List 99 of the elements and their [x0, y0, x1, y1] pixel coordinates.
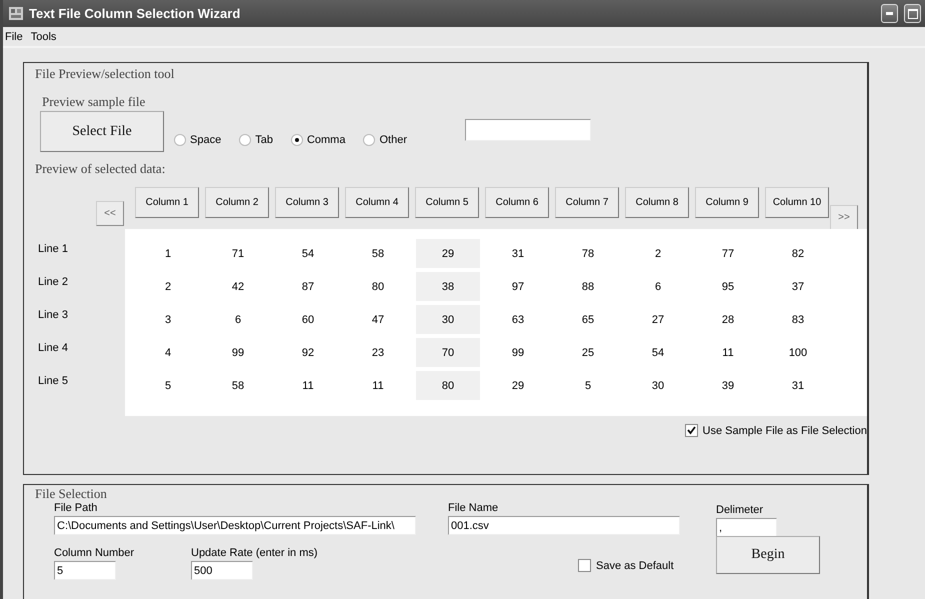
column-button[interactable]: Column 8	[625, 187, 689, 218]
column-button[interactable]: Column 5	[415, 187, 479, 218]
column-button[interactable]: Column 6	[485, 187, 549, 218]
table-cell-text: 58	[230, 378, 246, 394]
table-cell-text: 87	[300, 280, 316, 294]
table-cell: 80	[416, 371, 480, 400]
table-cell-text: 99	[510, 346, 526, 360]
table-cell-text: 3	[164, 312, 172, 328]
text-field[interactable]: 001.csv	[448, 516, 680, 535]
table-cell-text: 23	[370, 346, 386, 360]
column-button[interactable]: Column 1	[135, 187, 199, 218]
table-cell-text: 1	[164, 246, 172, 262]
table-cell-text: 100	[788, 346, 808, 360]
text-field[interactable]: ,	[716, 518, 777, 537]
menu-item[interactable]: File	[5, 30, 23, 42]
table-cell-text: 88	[580, 280, 596, 294]
table-cell-text: 28	[720, 312, 736, 328]
table-cell-text: 60	[300, 312, 316, 328]
table-cell-text: 2	[164, 280, 172, 294]
line-label: Line 5	[37, 375, 69, 389]
column-button[interactable]: Column 4	[345, 187, 409, 218]
column-button[interactable]: Column 2	[205, 187, 269, 218]
table-cell-text: 42	[230, 280, 246, 294]
table-cell-text: 31	[510, 246, 526, 262]
group-title: File Preview/selection tool	[35, 66, 174, 82]
column-button[interactable]: Column 3	[275, 187, 339, 218]
table-cell-text: 31	[790, 378, 806, 394]
minimize-icon	[886, 12, 893, 15]
table-cell-text: 63	[510, 312, 526, 328]
table-cell: 30	[416, 305, 480, 334]
table-cell-text: 83	[790, 312, 806, 328]
check-icon	[686, 426, 696, 435]
line-label: Line 2	[37, 276, 69, 290]
other-delimiter-field[interactable]	[464, 118, 591, 140]
save-default-checkbox[interactable]: Save as Default	[578, 559, 716, 572]
group-title: File Selection	[35, 486, 107, 502]
table-cell-text: 6	[654, 280, 662, 294]
table-cell-text: 97	[510, 280, 526, 294]
table-cell: 29	[416, 239, 480, 268]
line-label: Line 1	[37, 243, 69, 257]
table-cell: 70	[416, 338, 480, 367]
table-cell-text: 11	[721, 346, 735, 360]
delimiter-radio[interactable]: Tab	[239, 134, 273, 146]
delimiter-radio[interactable]: Space	[174, 134, 222, 146]
text-field[interactable]: C:\Documents and Settings\User\Desktop\Current Projects\SAF-Link\	[54, 516, 416, 535]
delimiter-radio[interactable]: Comma	[290, 134, 346, 146]
table-cell-text: 82	[790, 246, 806, 262]
table-cell-text: 27	[650, 312, 666, 328]
maximize-button[interactable]	[904, 4, 921, 23]
table-cell-text: 99	[230, 346, 246, 360]
table-cell-text: 5	[584, 378, 592, 394]
table-cell-text: 71	[230, 246, 246, 262]
app-icon	[9, 7, 23, 20]
section-label: Preview of selected data:	[35, 161, 166, 177]
table-cell-text: 11	[371, 378, 385, 394]
next-button[interactable]: >>	[830, 205, 858, 230]
column-button[interactable]: Column 10	[765, 187, 829, 218]
field-label: Update Rate (enter in ms)	[191, 547, 319, 559]
table-cell-text: 11	[301, 378, 315, 394]
table-cell-text: 4	[164, 346, 172, 360]
table-cell-text: 54	[300, 246, 316, 262]
line-label: Line 4	[37, 342, 69, 356]
select-file-button[interactable]: Select File	[40, 111, 164, 152]
table-cell-text: 47	[370, 312, 386, 328]
delimiter-radio[interactable]: Other	[363, 134, 407, 146]
table-cell-text: 25	[580, 346, 596, 360]
menu-item[interactable]: Tools	[30, 30, 56, 42]
table-cell: 38	[416, 272, 480, 301]
table-cell-text: 92	[300, 346, 316, 360]
line-label: Line 3	[37, 309, 69, 323]
column-button[interactable]: Column 9	[695, 187, 759, 218]
table-cell-text: 95	[720, 280, 736, 294]
text-field[interactable]: 5	[54, 561, 116, 580]
field-label: File Path	[54, 502, 98, 514]
window-title: Text File Column Selection Wizard	[29, 6, 242, 21]
begin-button[interactable]: Begin	[716, 536, 820, 574]
table-cell-text: 80	[370, 280, 386, 294]
table-cell-text: 77	[720, 246, 736, 262]
table-cell-text: 29	[510, 378, 526, 394]
table-cell-text: 5	[164, 378, 172, 394]
use-sample-checkbox[interactable]: Use Sample File as File Selection	[684, 424, 867, 437]
field-label: Delimeter	[716, 504, 764, 516]
table-cell-text: 2	[654, 246, 662, 262]
section-label: Preview sample file	[42, 94, 146, 110]
table-cell-text: 30	[650, 378, 666, 394]
maximize-icon	[908, 8, 918, 18]
table-cell-text: 6	[234, 312, 242, 328]
field-label: Column Number	[54, 547, 136, 559]
table-cell-text: 37	[790, 280, 806, 294]
minimize-button[interactable]	[881, 4, 898, 23]
column-button[interactable]: Column 7	[555, 187, 619, 218]
table-cell-text: 39	[720, 378, 736, 394]
table-cell-text: 58	[370, 246, 386, 262]
table-cell-text: 78	[580, 246, 596, 262]
field-label: File Name	[448, 502, 500, 514]
table-cell-text: 65	[580, 312, 596, 328]
previous-button[interactable]: <<	[96, 201, 124, 226]
table-cell-text: 54	[650, 346, 666, 360]
text-field[interactable]: 500	[191, 561, 253, 580]
